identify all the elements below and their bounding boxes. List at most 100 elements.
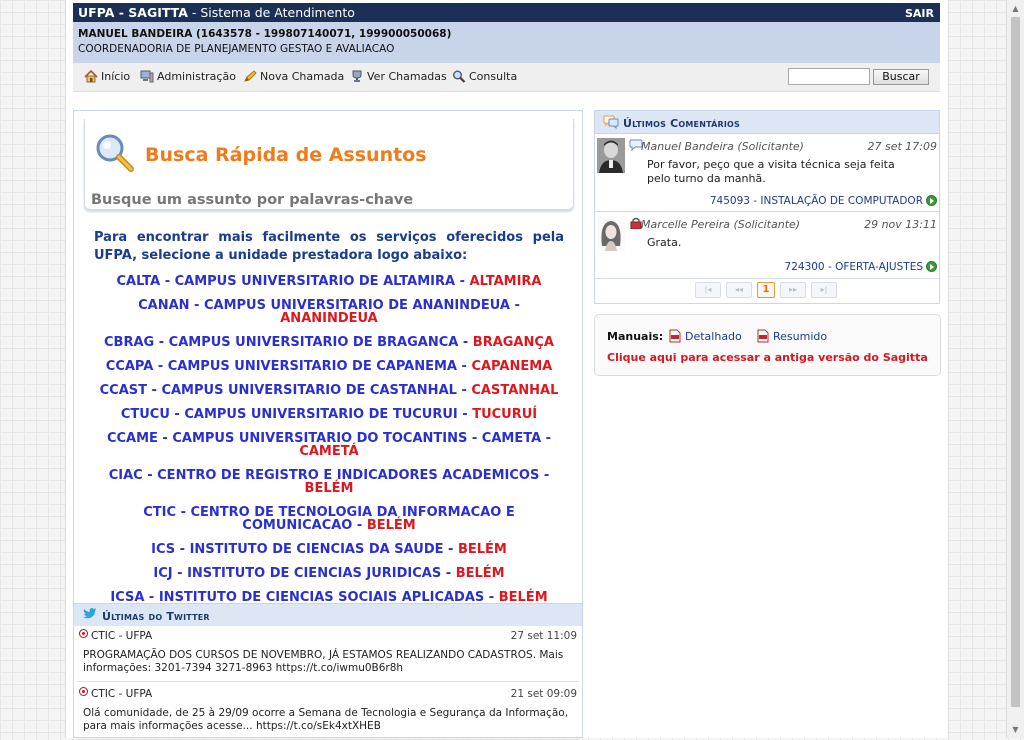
pager-current-page[interactable]: 1 [757,282,775,298]
comments-pager: |◂ ◂◂ 1 ▸▸ ▸| [695,282,837,298]
system-title: UFPA - SAGITTA - Sistema de Atendimento [78,5,355,20]
unit-city: ANANINDEUA [280,311,378,326]
unit-city: TUCURUÍ [472,407,538,422]
comment-date: 29 nov 13:11 [864,218,937,231]
avatar [597,138,625,173]
menu-administracao-label: Administração [157,70,236,83]
go-arrow-icon[interactable] [926,261,937,272]
home-icon [84,70,98,83]
unit-city: BELÉM [304,481,354,496]
unit-city: CASTANHAL [471,383,559,398]
old-version-link[interactable]: Clique aqui para acessar a antiga versão… [607,351,928,364]
unit-link[interactable]: CIAC - CENTRO DE REGISTRO E INDICADORES … [94,469,564,495]
unit-link[interactable]: ICS - INSTITUTO DE CIENCIAS DA SAUDE - B… [94,543,564,556]
comment-item: Marcelle Pereira (Solicitante) 29 nov 13… [595,212,939,279]
scroll-up-arrow[interactable]: ▲ [1007,0,1024,17]
comments-title: Últimos Comentários [623,117,741,130]
trophy-icon [352,70,362,82]
comment-item: Manuel Bandeira (Solicitante) 27 set 17:… [595,134,939,212]
tweet-item[interactable]: CTIC - UFPA 27 set 11:09 PROGRAMAÇÃO DOS… [77,626,579,682]
pager-next-button[interactable]: ▸▸ [780,282,806,298]
manuals-panel: Manuais: Detalhado Resumido Clique aqui … [594,314,941,376]
quick-search-subtitle: Busque um assunto por palavras-chave [91,192,414,208]
comment-ticket-link[interactable]: 724300 - OFERTA-AJUSTES [785,261,923,273]
comments-icon [603,115,619,129]
pdf-icon [669,329,681,343]
unit-link[interactable]: ICJ - INSTITUTO DE CIENCIAS JURIDICAS - … [94,567,564,580]
pdf-icon [757,329,769,343]
pager-last-button[interactable]: ▸| [811,282,837,298]
pager-first-button[interactable]: |◂ [695,282,721,298]
unit-name: CCAPA - CAMPUS UNIVERSITARIO DE CAPANEMA [105,359,457,374]
logout-link[interactable]: SAIR [905,7,934,20]
unit-name: CTIC - CENTRO DE TECNOLOGIA DA INFORMACA… [143,505,515,533]
unit-link[interactable]: CCAST - CAMPUS UNIVERSITARIO DE CASTANHA… [94,384,564,397]
unit-name: ICJ - INSTITUTO DE CIENCIAS JURIDICAS [153,566,442,581]
menu-administracao[interactable]: Administração [140,70,236,83]
unit-link[interactable]: CCAPA - CAMPUS UNIVERSITARIO DE CAPANEMA… [94,360,564,373]
twitter-header: Últimas do Twitter [74,603,582,626]
unit-link[interactable]: CBRAG - CAMPUS UNIVERSITARIO DE BRAGANCA… [94,336,564,349]
unit-city: BRAGANÇA [472,335,554,350]
tweet-date: 27 set 11:09 [510,630,577,642]
menu-nova-chamada[interactable]: Nova Chamada [243,70,344,83]
comment-message: Grata. [647,236,682,249]
comments-panel: Últimos Comentários Manuel Bandeira (Sol… [594,110,940,304]
scroll-down-arrow[interactable]: ▼ [1007,721,1024,738]
unit-name: ICS - INSTITUTO DE CIENCIAS DA SAUDE [151,542,444,557]
unit-link[interactable]: CTIC - CENTRO DE TECNOLOGIA DA INFORMACA… [94,506,564,532]
top-bar: UFPA - SAGITTA - Sistema de Atendimento … [73,3,940,22]
go-arrow-icon[interactable] [926,195,937,206]
comments-header: Últimos Comentários [595,111,939,134]
tweet-bullet-icon [79,629,88,638]
tweet-bullet-icon [79,687,88,696]
manuals-label: Manuais: [607,330,664,343]
manual-detailed-label: Detalhado [685,329,742,343]
unit-link[interactable]: CTUCU - CAMPUS UNIVERSITARIO DE TUCURUI … [94,408,564,421]
system-title-rest: - Sistema de Atendimento [191,5,355,20]
scrollbar[interactable]: ▲ ▼ [1006,0,1024,738]
menu-nova-chamada-label: Nova Chamada [260,70,345,83]
unit-city: CAMETÁ [299,444,359,459]
comment-date: 27 set 17:09 [867,140,937,153]
pencil-icon [244,70,257,82]
computer-icon [140,70,154,83]
comment-ticket-link[interactable]: 745093 - INSTALAÇÃO DE COMPUTADOR [710,195,923,207]
units-list: CALTA - CAMPUS UNIVERSITARIO DE ALTAMIRA… [94,275,564,639]
unit-name: CTUCU - CAMPUS UNIVERSITARIO DE TUCURUI [120,407,458,422]
unit-link[interactable]: CCAME - CAMPUS UNIVERSITARIO DO TOCANTIN… [94,432,564,458]
unit-city: ALTAMIRA [469,274,542,289]
avatar [597,216,625,251]
manual-summary-label: Resumido [773,329,828,343]
menu-consulta[interactable]: Consulta [452,70,517,83]
user-info-bar: MANUEL BANDEIRA (1643578 - 199807140071,… [73,22,940,63]
pager-prev-button[interactable]: ◂◂ [726,282,752,298]
unit-name: CCAST - CAMPUS UNIVERSITARIO DE CASTANHA… [99,383,457,398]
manual-detailed-link[interactable]: Detalhado [669,329,742,343]
tweet-text: PROGRAMAÇÃO DOS CURSOS DE NOVEMBRO, JÁ E… [83,649,564,674]
search-input[interactable] [788,68,870,85]
unit-name: CALTA - CAMPUS UNIVERSITARIO DE ALTAMIRA [116,274,456,289]
unit-city: BELÉM [457,542,507,557]
menu-ver-chamadas[interactable]: Ver Chamadas [350,70,447,83]
system-title-bold: UFPA - SAGITTA [78,5,188,20]
scroll-thumb[interactable] [1011,17,1020,707]
comment-author: Manuel Bandeira (Solicitante) [641,140,804,153]
user-name: MANUEL BANDEIRA (1643578 - 199807140071,… [78,28,452,40]
menu-ver-chamadas-label: Ver Chamadas [367,70,447,83]
menu-inicio-label: Início [101,70,131,83]
tweet-text: Olá comunidade, de 25 à 29/09 ocorre a S… [83,707,569,732]
large-magnifier-icon [96,134,134,172]
unit-link[interactable]: CANAN - CAMPUS UNIVERSITARIO DE ANANINDE… [94,299,564,325]
search-button[interactable]: Buscar [873,69,929,85]
menu-consulta-label: Consulta [469,70,518,83]
unit-city: BELÉM [366,518,416,533]
manual-summary-link[interactable]: Resumido [757,329,827,343]
quick-search-title: Busca Rápida de Assuntos [145,144,427,166]
tweet-author: CTIC - UFPA [91,630,153,642]
magnifier-icon [453,70,466,83]
menu-inicio[interactable]: Início [84,70,130,83]
tweet-item[interactable]: CTIC - UFPA 21 set 09:09 Olá comunidade,… [77,684,579,740]
comment-message: Por favor, peço que a visita técnica sej… [647,158,895,185]
unit-link[interactable]: CALTA - CAMPUS UNIVERSITARIO DE ALTAMIRA… [94,275,564,288]
